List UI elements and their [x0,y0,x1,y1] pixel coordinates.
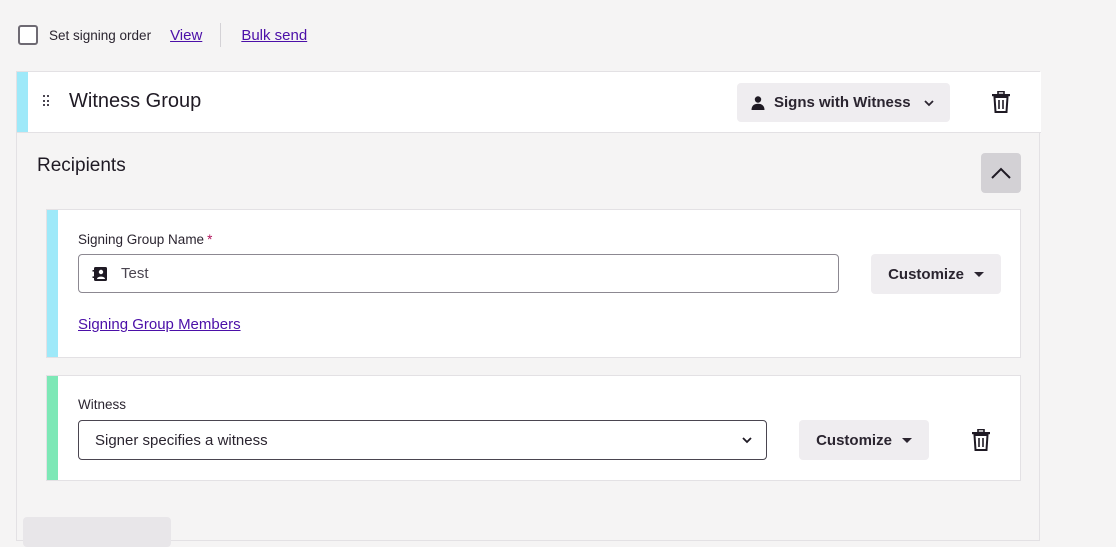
witness-accent-bar [47,376,58,480]
witness-card: Witness Signer specifies a witness Custo… [46,375,1021,481]
witness-select-value: Signer specifies a witness [95,431,268,449]
customize-witness-button[interactable]: Customize [799,420,929,460]
recipients-heading: Recipients [37,155,126,176]
witness-group-panel: Witness Group Signs with Witness Recipie… [16,71,1041,547]
delete-witness-trash-icon[interactable] [971,429,991,451]
role-dropdown-label: Signs with Witness [774,94,911,111]
add-recipient-button-partial[interactable] [23,517,171,547]
signing-group-accent-bar [47,210,58,357]
group-header: Witness Group Signs with Witness [17,72,1041,133]
bulk-send-link[interactable]: Bulk send [241,27,307,44]
customize-signing-group-button[interactable]: Customize [871,254,1001,294]
set-signing-order-checkbox[interactable] [18,25,38,45]
chevron-down-icon [923,99,934,106]
delete-group-trash-icon[interactable] [991,91,1011,113]
signing-group-name-label: Signing Group Name * [78,232,213,247]
role-dropdown[interactable]: Signs with Witness [737,83,950,122]
signing-group-name-value: Test [121,265,149,282]
drag-handle-icon[interactable] [43,95,49,107]
caret-down-icon [901,437,912,443]
witness-label: Witness [78,397,127,412]
caret-down-icon [973,271,984,277]
required-marker: * [207,232,213,247]
signing-toolbar: Set signing order View Bulk send [18,23,307,47]
chevron-up-icon [991,167,1011,179]
toolbar-divider [220,23,222,47]
group-accent-bar [17,72,28,132]
person-icon [751,95,765,110]
set-signing-order-label[interactable]: Set signing order [49,28,151,43]
signing-group-card: Signing Group Name * Test Customize Signi… [46,209,1021,358]
contact-card-icon [92,266,107,281]
view-link[interactable]: View [170,27,202,44]
witness-select[interactable]: Signer specifies a witness [78,420,767,460]
chevron-down-icon [742,437,752,444]
signing-group-members-link[interactable]: Signing Group Members [78,316,241,333]
group-title: Witness Group [69,90,202,112]
signing-group-name-field[interactable]: Test [78,254,839,293]
collapse-recipients-button[interactable] [981,153,1021,193]
customize-label: Customize [816,431,892,449]
customize-label: Customize [888,265,964,283]
